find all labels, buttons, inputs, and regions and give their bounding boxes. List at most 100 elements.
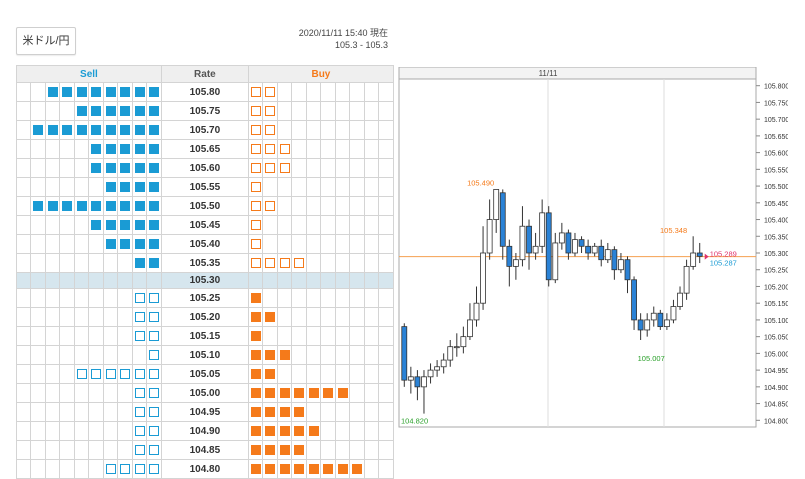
buy-cell [363, 459, 380, 479]
buy-cell [349, 196, 365, 216]
board-row: 105.05 [15, 364, 394, 384]
sell-cell [59, 101, 75, 121]
currency-pair-button[interactable]: 米ドル/円 [16, 27, 76, 55]
sell-volume-block [134, 105, 145, 116]
sell-volume-block [134, 292, 145, 303]
sell-cell [117, 326, 133, 346]
board-row: 105.75 [15, 101, 394, 121]
buy-cell [262, 345, 278, 365]
sell-cell [73, 120, 90, 140]
buy-cell [305, 402, 322, 422]
buy-cell [291, 139, 307, 159]
sell-cell [59, 364, 75, 384]
buy-cell [247, 326, 264, 346]
rate-cell: 105.80 [160, 82, 249, 102]
candle-body [460, 336, 467, 348]
sell-cell [15, 345, 32, 365]
rate-cell: 104.90 [160, 421, 249, 441]
sell-cell [88, 288, 104, 308]
sell-cell [146, 421, 162, 441]
y-tick-label: 105.350 [764, 234, 788, 241]
sell-volume-block [105, 368, 116, 379]
sell-cell [146, 272, 162, 289]
buy-cell [334, 101, 351, 121]
buy-cell [320, 101, 336, 121]
sell-volume-block [120, 238, 131, 249]
sell-cell [15, 196, 32, 216]
buy-cell [349, 101, 365, 121]
buy-cell [276, 82, 293, 102]
sell-volume-block [120, 86, 131, 97]
sell-volume-block [149, 406, 160, 417]
sell-cell [131, 234, 148, 254]
buy-cell [363, 158, 380, 178]
buy-volume-block [250, 124, 261, 135]
candle-body [558, 232, 565, 244]
sell-volume-block [149, 257, 160, 268]
sell-volume-block [76, 124, 87, 135]
sell-cell [59, 158, 75, 178]
sell-cell [146, 288, 162, 308]
sell-volume-block [134, 257, 145, 268]
buy-cell [291, 459, 307, 479]
buy-cell [305, 196, 322, 216]
buy-cell [378, 139, 394, 159]
sell-cell [88, 459, 104, 479]
buy-cell [363, 120, 380, 140]
buy-volume-block [294, 387, 305, 398]
sell-cell [102, 120, 119, 140]
sell-volume-block [134, 200, 145, 211]
price-chart: 11/11 105.800 105.750 105.700 105.650 105.600… [398, 67, 788, 428]
buy-volume-block [250, 86, 261, 97]
sell-cell [88, 253, 104, 273]
candle-body [440, 359, 447, 368]
buy-cell [305, 383, 322, 403]
sell-cell [146, 82, 162, 102]
buy-cell [363, 288, 380, 308]
sell-volume-block [62, 200, 73, 211]
buy-cell [262, 326, 278, 346]
sell-cell [73, 82, 90, 102]
sell-volume-block [91, 200, 102, 211]
sell-cell [102, 82, 119, 102]
sell-cell [131, 253, 148, 273]
sell-cell [15, 364, 32, 384]
buy-cell [305, 326, 322, 346]
sell-volume-block [91, 368, 102, 379]
buy-volume-block [250, 200, 261, 211]
price-annotation: 105.490 [467, 178, 494, 187]
buy-volume-block [250, 463, 261, 474]
buy-cell [320, 326, 336, 346]
sell-cell [102, 402, 119, 422]
rate-cell: 105.35 [160, 253, 249, 273]
buy-cell [320, 234, 336, 254]
buy-cell [378, 234, 394, 254]
candle-body [473, 302, 480, 321]
sell-cell [117, 158, 133, 178]
buy-cell [378, 288, 394, 308]
buy-cell [247, 364, 264, 384]
sell-cell [117, 288, 133, 308]
buy-cell [262, 364, 278, 384]
buy-volume-block [250, 238, 261, 249]
board-row: 105.50 [15, 196, 394, 216]
sell-cell [30, 120, 46, 140]
buy-cell [276, 459, 293, 479]
sell-cell [117, 253, 133, 273]
rate-cell: 105.40 [160, 234, 249, 254]
buy-cell [305, 421, 322, 441]
buy-cell [334, 307, 351, 327]
buy-cell [305, 82, 322, 102]
buy-volume-block [279, 162, 290, 173]
sell-cell [44, 234, 61, 254]
buy-volume-block [265, 143, 276, 154]
candle-body [499, 192, 506, 247]
buy-cell [276, 421, 293, 441]
sell-volume-block [105, 162, 116, 173]
buy-volume-block [279, 406, 290, 417]
sell-cell [59, 253, 75, 273]
sell-cell [131, 440, 148, 460]
y-tick-label: 105.200 [764, 284, 788, 291]
buy-cell [291, 383, 307, 403]
sell-cell [59, 82, 75, 102]
